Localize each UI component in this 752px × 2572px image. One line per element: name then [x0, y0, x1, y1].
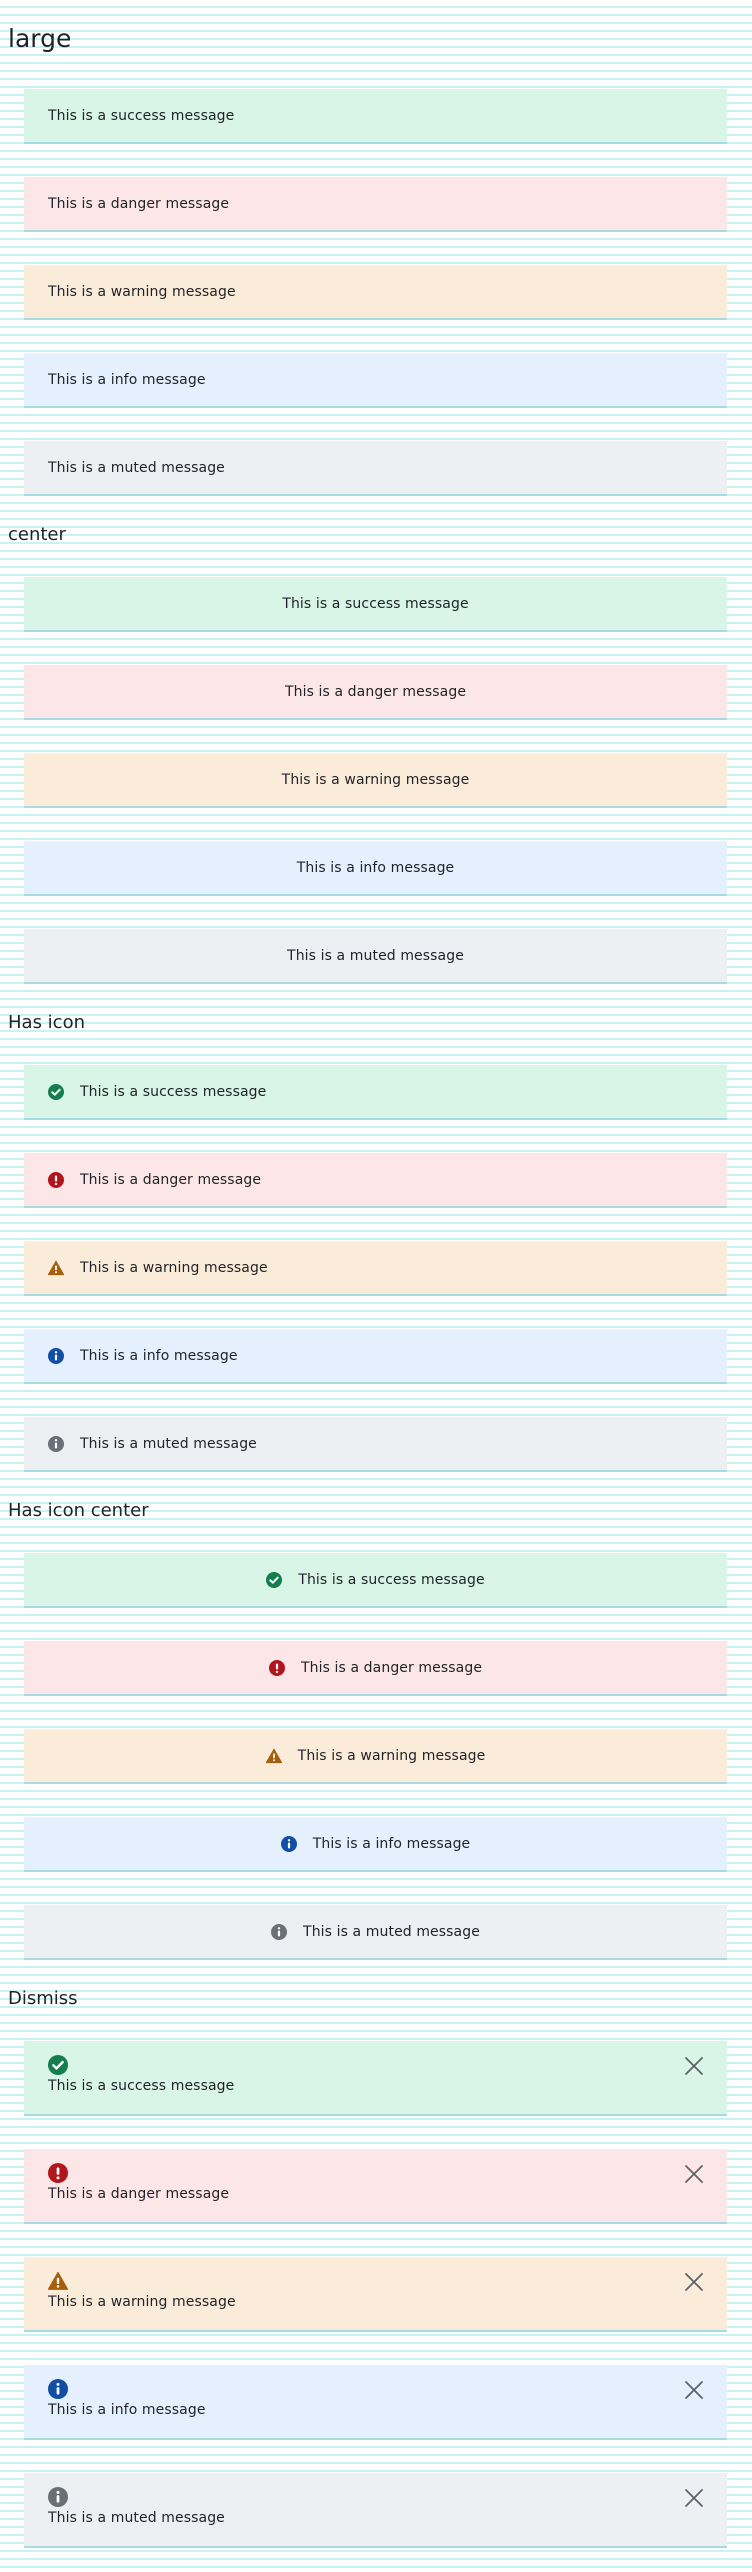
alert-muted-icon-center: This is a muted message	[24, 1905, 727, 1960]
alert-warning-icon-center: This is a warning message	[24, 1729, 727, 1784]
close-icon[interactable]	[683, 2055, 705, 2077]
alert-text: This is a success message	[282, 595, 469, 612]
info-circle-icon	[271, 1923, 288, 1940]
alert-info-icon-center: This is a info message	[24, 1817, 727, 1872]
section-title-center: center	[8, 524, 66, 545]
alert-warning: This is a warning message	[24, 265, 727, 320]
alert-text: This is a muted message	[303, 1923, 480, 1940]
close-icon[interactable]	[683, 2163, 705, 2185]
alert-text: This is a info message	[48, 2402, 206, 2418]
alert-text: This is a warning message	[297, 1747, 486, 1764]
alert-danger-icon: This is a danger message	[24, 1153, 727, 1208]
alert-success: This is a success message	[24, 89, 727, 144]
alert-text: This is a success message	[48, 107, 235, 124]
alert-info: This is a info message	[24, 353, 727, 408]
alert-text: This is a danger message	[284, 683, 467, 700]
alert-success-dismiss: This is a success message	[24, 2041, 727, 2116]
alert-text: This is a muted message	[287, 947, 464, 964]
alert-success-icon-center: This is a success message	[24, 1553, 727, 1608]
warning-triangle-icon	[48, 1260, 64, 1276]
section-title-has-icon: Has icon	[8, 1012, 85, 1033]
alert-text: This is a success message	[80, 1083, 267, 1100]
exclamation-circle-icon	[48, 2163, 68, 2183]
alert-danger-icon-center: This is a danger message	[24, 1641, 727, 1696]
alert-text: This is a danger message	[48, 2186, 230, 2202]
alert-warning-dismiss: This is a warning message	[24, 2257, 727, 2332]
close-icon[interactable]	[683, 2487, 705, 2509]
section-title-large: large	[8, 24, 72, 53]
check-circle-icon	[48, 1083, 64, 1100]
warning-triangle-icon	[48, 2271, 68, 2291]
exclamation-circle-icon	[268, 1659, 285, 1676]
alert-text: This is a danger message	[80, 1171, 262, 1188]
info-circle-icon	[280, 1835, 297, 1852]
check-circle-icon	[48, 2055, 68, 2075]
alert-warning-center: This is a warning message	[24, 753, 727, 808]
alert-text: This is a muted message	[48, 459, 225, 476]
section-title-has-icon-center: Has icon center	[8, 1500, 149, 1521]
alert-muted-center: This is a muted message	[24, 929, 727, 984]
info-circle-icon	[48, 2379, 68, 2399]
alert-text: This is a muted message	[80, 1435, 257, 1452]
alert-text: This is a warning message	[80, 1259, 268, 1276]
alert-muted: This is a muted message	[24, 441, 727, 496]
alert-warning-icon: This is a warning message	[24, 1241, 727, 1296]
info-circle-icon	[48, 1435, 64, 1452]
alert-text: This is a info message	[80, 1347, 238, 1364]
alert-info-center: This is a info message	[24, 841, 727, 896]
alert-text: This is a success message	[298, 1571, 485, 1588]
alert-text: This is a info message	[312, 1835, 471, 1852]
check-circle-icon	[266, 1571, 283, 1588]
alert-text: This is a danger message	[48, 195, 230, 212]
alert-danger: This is a danger message	[24, 177, 727, 232]
alert-text: This is a info message	[48, 371, 206, 388]
info-circle-icon	[48, 1347, 64, 1364]
alert-success-icon: This is a success message	[24, 1065, 727, 1120]
alert-text: This is a warning message	[281, 771, 470, 788]
alert-info-dismiss: This is a info message	[24, 2365, 727, 2440]
section-title-dismiss: Dismiss	[8, 1988, 78, 2009]
alert-muted-dismiss: This is a muted message	[24, 2473, 727, 2548]
alert-text: This is a danger message	[300, 1659, 483, 1676]
alert-text: This is a warning message	[48, 283, 236, 300]
alert-text: This is a warning message	[48, 2294, 236, 2310]
close-icon[interactable]	[683, 2379, 705, 2401]
alert-text: This is a info message	[296, 859, 455, 876]
exclamation-circle-icon	[48, 1171, 64, 1188]
alert-text: This is a muted message	[48, 2510, 225, 2526]
close-icon[interactable]	[683, 2271, 705, 2293]
alert-danger-dismiss: This is a danger message	[24, 2149, 727, 2224]
warning-triangle-icon	[265, 1748, 282, 1764]
alert-muted-icon: This is a muted message	[24, 1417, 727, 1472]
alert-danger-center: This is a danger message	[24, 665, 727, 720]
info-circle-icon	[48, 2487, 68, 2507]
alert-text: This is a success message	[48, 2078, 235, 2094]
alert-info-icon: This is a info message	[24, 1329, 727, 1384]
alert-success-center: This is a success message	[24, 577, 727, 632]
